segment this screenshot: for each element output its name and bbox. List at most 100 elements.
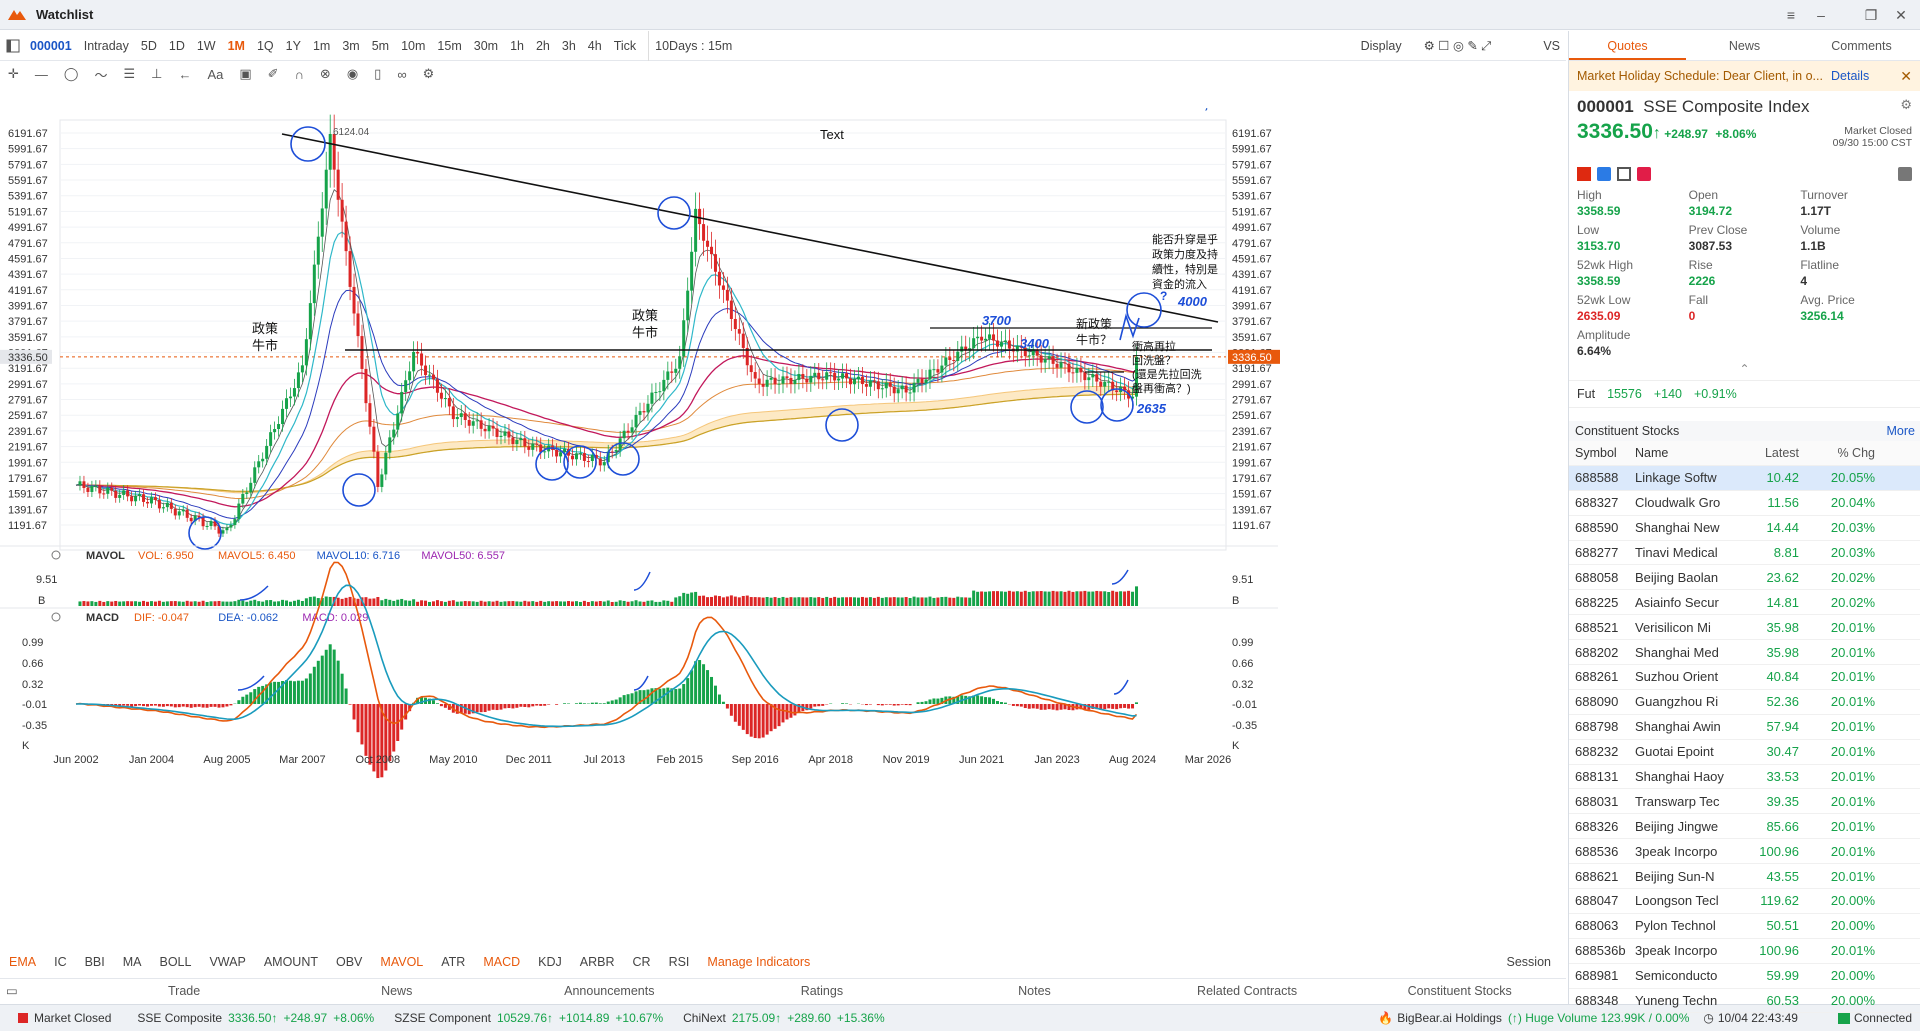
manage-indicators-button[interactable]: Manage Indicators <box>698 955 819 969</box>
timeframe-5m[interactable]: 5m <box>366 31 395 61</box>
stock-row[interactable]: 688536 3peak Incorpo 100.96 20.01% <box>1569 839 1920 865</box>
favorite-icon[interactable] <box>1637 167 1651 181</box>
menu-icon[interactable]: ≡ <box>1780 5 1802 25</box>
stock-row[interactable]: 688047 Loongson Tecl 119.62 20.00% <box>1569 889 1920 914</box>
timeframe-10m[interactable]: 10m <box>395 31 431 61</box>
collapse-icon[interactable]: ⌃ <box>1569 362 1920 380</box>
indicator-tab-bbi[interactable]: BBI <box>76 955 114 969</box>
timeframe-5d[interactable]: 5D <box>135 31 163 61</box>
timeframe-1q[interactable]: 1Q <box>251 31 280 61</box>
chinext-label[interactable]: ChiNext <box>683 1011 726 1025</box>
stock-row[interactable]: 688277 Tinavi Medical 8.81 20.03% <box>1569 541 1920 566</box>
stock-row[interactable]: 688090 Guangzhou Ri 52.36 20.01% <box>1569 690 1920 715</box>
indicator-tab-cr[interactable]: CR <box>624 955 660 969</box>
stock-row[interactable]: 688521 Verisilicon Mi 35.98 20.01% <box>1569 615 1920 641</box>
stock-row[interactable]: 688232 Guotai Epoint 30.47 20.01% <box>1569 740 1920 765</box>
indicator-tab-atr[interactable]: ATR <box>432 955 474 969</box>
bottom-tab-news[interactable]: News <box>290 984 503 998</box>
alert-icon[interactable] <box>1898 167 1912 181</box>
crosshair-icon[interactable]: ✛ <box>8 66 19 82</box>
lock-icon[interactable]: ⊗ <box>320 66 331 82</box>
timeframe-30m[interactable]: 30m <box>468 31 504 61</box>
brush-tool-icon[interactable]: ✐ <box>268 66 279 82</box>
session-button[interactable]: Session <box>1498 955 1560 969</box>
timeframe-15m[interactable]: 15m <box>431 31 467 61</box>
col-name[interactable]: Name <box>1635 446 1733 460</box>
col-latest[interactable]: Latest <box>1733 446 1805 460</box>
szse-label[interactable]: SZSE Component <box>394 1011 491 1025</box>
timeframe-1d[interactable]: 1D <box>163 31 191 61</box>
chart-area[interactable]: 6191.67 6191.67 5991.67 5991.67 5791.67 5791.… <box>0 51 1566 950</box>
tab-comments[interactable]: Comments <box>1803 31 1920 60</box>
line-tool-icon[interactable]: — <box>35 67 48 82</box>
stock-row[interactable]: 688326 Beijing Jingwe 85.66 20.01% <box>1569 814 1920 840</box>
close-icon[interactable]: ✕ <box>1900 68 1912 85</box>
trash-icon[interactable]: ▯ <box>374 66 381 82</box>
timeframe-1y[interactable]: 1Y <box>280 31 307 61</box>
stock-row[interactable]: 688058 Beijing Baolan 23.62 20.02% <box>1569 565 1920 591</box>
col-chg[interactable]: % Chg <box>1805 446 1875 460</box>
bottom-tab-related-contracts[interactable]: Related Contracts <box>1141 984 1354 998</box>
timeframe-1h[interactable]: 1h <box>504 31 530 61</box>
bottom-tab-trade[interactable]: Trade <box>78 984 291 998</box>
timeframe-2h[interactable]: 2h <box>530 31 556 61</box>
indicator-tab-ic[interactable]: IC <box>45 955 76 969</box>
more-link[interactable]: More <box>1887 424 1915 438</box>
sse-label[interactable]: SSE Composite <box>137 1011 222 1025</box>
indicator-tab-vwap[interactable]: VWAP <box>200 955 254 969</box>
note-icon[interactable] <box>1617 167 1631 181</box>
share-icon[interactable] <box>1597 167 1611 181</box>
indicator-tab-obv[interactable]: OBV <box>327 955 371 969</box>
tab-quotes[interactable]: Quotes <box>1569 31 1686 60</box>
indicator-tab-rsi[interactable]: RSI <box>660 955 699 969</box>
stock-row[interactable]: 688588 Linkage Softw 10.42 20.05% <box>1569 465 1920 491</box>
channel-tool-icon[interactable]: ☰ <box>123 66 135 82</box>
stock-row[interactable]: 688981 Semiconducto 59.99 20.00% <box>1569 964 1920 989</box>
indicator-tab-kdj[interactable]: KDJ <box>529 955 571 969</box>
indicator-tab-mavol[interactable]: MAVOL <box>371 955 432 969</box>
timeframe-intraday[interactable]: Intraday <box>78 31 135 61</box>
circle-tool-icon[interactable]: ◯ <box>64 66 79 82</box>
magnet-icon[interactable]: ∩ <box>295 67 304 82</box>
text-tool-icon[interactable]: Aa <box>207 67 223 82</box>
indicator-tab-amount[interactable]: AMOUNT <box>255 955 327 969</box>
stock-row[interactable]: 688621 Beijing Sun-N 43.55 20.01% <box>1569 864 1920 890</box>
close-button[interactable]: ✕ <box>1890 5 1912 25</box>
stock-row[interactable]: 688131 Shanghai Haoy 33.53 20.01% <box>1569 765 1920 790</box>
indicator-tab-ma[interactable]: MA <box>114 955 151 969</box>
stock-row[interactable]: 688798 Shanghai Awin 57.94 20.01% <box>1569 715 1920 740</box>
layout-icon[interactable] <box>6 39 20 53</box>
indicator-tab-ema[interactable]: EMA <box>0 955 45 969</box>
indicator-tab-boll[interactable]: BOLL <box>151 955 201 969</box>
bottom-tab-constituent-stocks[interactable]: Constituent Stocks <box>1353 984 1566 998</box>
tab-news[interactable]: News <box>1686 31 1803 60</box>
stock-row[interactable]: 688202 Shanghai Med 35.98 20.01% <box>1569 640 1920 666</box>
range-selector[interactable]: 10Days : 15m <box>648 30 738 61</box>
stock-row[interactable]: 688063 Pylon Technol 50.51 20.00% <box>1569 914 1920 939</box>
minimize-button[interactable]: – <box>1810 5 1832 25</box>
settings-icon[interactable]: ⚙ <box>423 66 435 82</box>
fib-tool-icon[interactable]: ⊥ <box>151 66 162 82</box>
bottom-tab-ratings[interactable]: Ratings <box>716 984 929 998</box>
timeframe-1w[interactable]: 1W <box>191 31 222 61</box>
bottom-tab-notes[interactable]: Notes <box>928 984 1141 998</box>
tool-icons[interactable]: ⚙ ☐ ◎ ✎ ⤢ <box>1418 31 1498 61</box>
timeframe-3m[interactable]: 3m <box>336 31 365 61</box>
timeframe-1m[interactable]: 1M <box>222 31 251 61</box>
link-icon[interactable]: ∞ <box>397 67 406 82</box>
restore-button[interactable]: ❐ <box>1860 5 1882 25</box>
timeframe-tick[interactable]: Tick <box>608 31 642 61</box>
indicator-tab-arbr[interactable]: ARBR <box>571 955 624 969</box>
note-tool-icon[interactable]: ▣ <box>239 66 251 82</box>
stock-row[interactable]: 688327 Cloudwalk Gro 11.56 20.04% <box>1569 491 1920 516</box>
timeframe-3h[interactable]: 3h <box>556 31 582 61</box>
timeframe-1m[interactable]: 1m <box>307 31 336 61</box>
arrow-tool-icon[interactable]: ← <box>178 67 191 82</box>
col-symbol[interactable]: Symbol <box>1569 446 1635 460</box>
bottom-tab-announcements[interactable]: Announcements <box>503 984 716 998</box>
stock-row[interactable]: 688590 Shanghai New 14.44 20.03% <box>1569 516 1920 541</box>
vs-button[interactable]: VS <box>1537 31 1566 61</box>
stock-row[interactable]: 688031 Transwarp Tec 39.35 20.01% <box>1569 789 1920 815</box>
stock-row[interactable]: 688536b 3peak Incorpo 100.96 20.01% <box>1569 939 1920 964</box>
stock-row[interactable]: 688225 Asiainfo Secur 14.81 20.02% <box>1569 590 1920 616</box>
